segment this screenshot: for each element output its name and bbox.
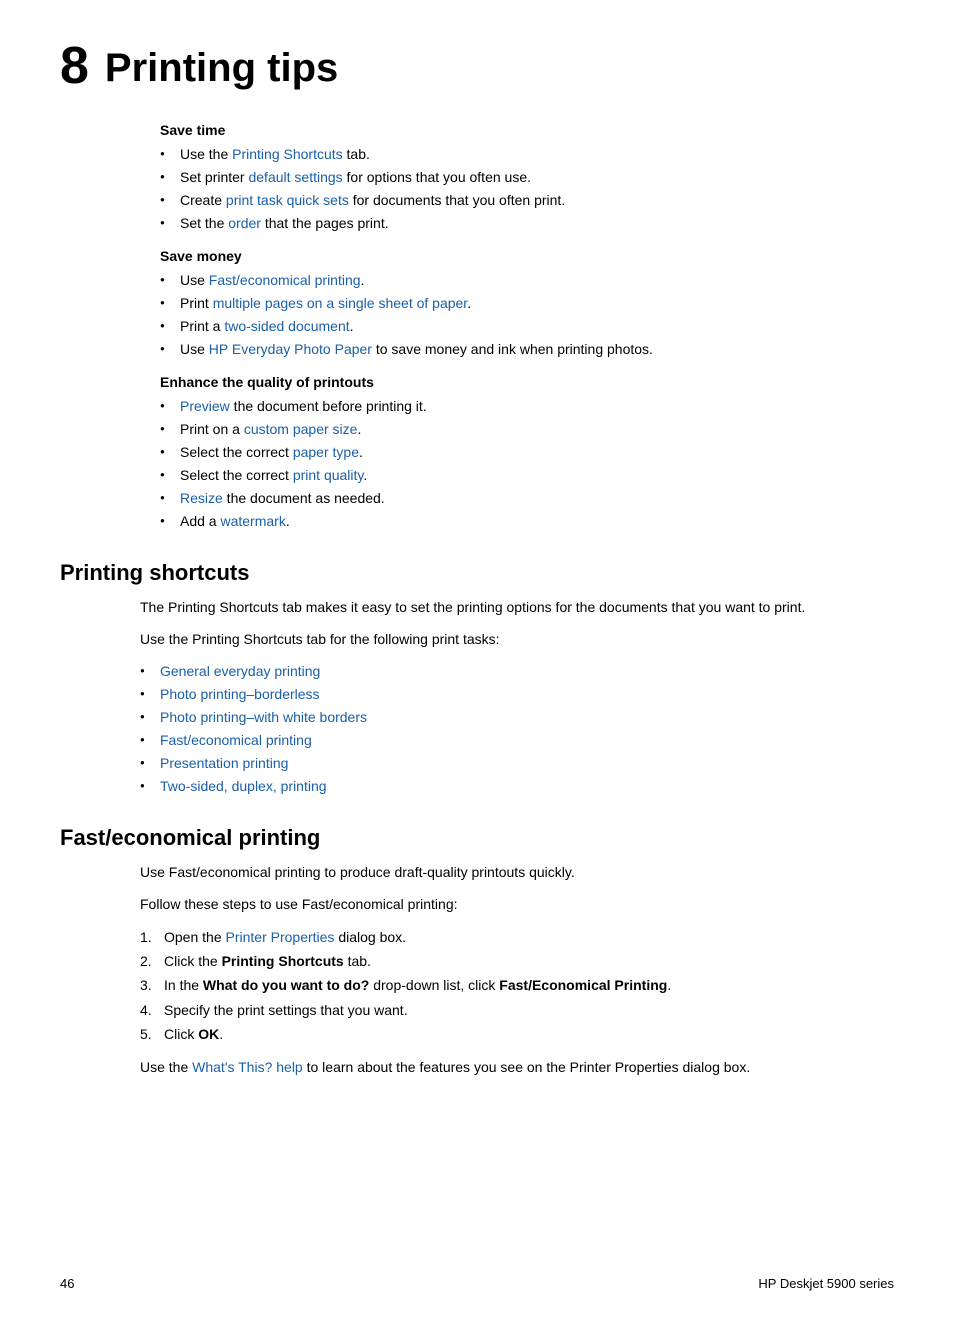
product-name: HP Deskjet 5900 series bbox=[758, 1276, 894, 1291]
page-number: 46 bbox=[60, 1276, 74, 1291]
photo-printing-white-borders-link[interactable]: Photo printing–with white borders bbox=[160, 709, 367, 725]
general-everyday-printing-link[interactable]: General everyday printing bbox=[160, 663, 320, 679]
list-item: Set printer default settings for options… bbox=[160, 167, 894, 188]
save-time-list: Use the Printing Shortcuts tab. Set prin… bbox=[160, 144, 894, 234]
list-item: Create print task quick sets for documen… bbox=[160, 190, 894, 211]
list-item: Use HP Everyday Photo Paper to save mone… bbox=[160, 339, 894, 360]
printing-shortcuts-bold: Printing Shortcuts bbox=[222, 953, 344, 969]
two-sided-document-link[interactable]: two-sided document bbox=[224, 318, 349, 334]
list-item: Add a watermark. bbox=[160, 511, 894, 532]
custom-paper-size-link[interactable]: custom paper size bbox=[244, 421, 358, 437]
save-money-heading: Save money bbox=[160, 248, 894, 264]
two-sided-duplex-link[interactable]: Two-sided, duplex, printing bbox=[160, 778, 327, 794]
printing-shortcuts-content: The Printing Shortcuts tab makes it easy… bbox=[140, 596, 894, 797]
list-item: Resize the document as needed. bbox=[160, 488, 894, 509]
watermark-link[interactable]: watermark bbox=[220, 513, 285, 529]
list-item: Preview the document before printing it. bbox=[160, 396, 894, 417]
list-item: Set the order that the pages print. bbox=[160, 213, 894, 234]
printing-shortcuts-para2: Use the Printing Shortcuts tab for the f… bbox=[140, 628, 894, 650]
fast-economical-printing-bold: Fast/Economical Printing bbox=[499, 977, 667, 993]
list-item: Print on a custom paper size. bbox=[160, 419, 894, 440]
fast-economical-para1: Use Fast/economical printing to produce … bbox=[140, 861, 894, 883]
enhance-quality-heading: Enhance the quality of printouts bbox=[160, 374, 894, 390]
whats-this-help-link[interactable]: What's This? help bbox=[192, 1059, 303, 1075]
fast-economical-para2: Follow these steps to use Fast/economica… bbox=[140, 893, 894, 915]
list-item: Select the correct paper type. bbox=[160, 442, 894, 463]
list-item: Photo printing–with white borders bbox=[140, 707, 894, 728]
fast-economical-printing-link[interactable]: Fast/economical printing bbox=[160, 732, 312, 748]
chapter-header: 8 Printing tips bbox=[60, 40, 894, 92]
list-item: Photo printing–borderless bbox=[140, 684, 894, 705]
default-settings-link[interactable]: default settings bbox=[248, 169, 342, 185]
order-link[interactable]: order bbox=[228, 215, 261, 231]
printing-shortcuts-link[interactable]: Printing Shortcuts bbox=[232, 146, 343, 162]
save-money-section: Save money Use Fast/economical printing.… bbox=[160, 248, 894, 360]
ok-bold: OK bbox=[198, 1026, 219, 1042]
resize-link[interactable]: Resize bbox=[180, 490, 223, 506]
printing-shortcuts-para1: The Printing Shortcuts tab makes it easy… bbox=[140, 596, 894, 618]
fast-economical-heading: Fast/economical printing bbox=[60, 825, 894, 851]
save-time-section: Save time Use the Printing Shortcuts tab… bbox=[160, 122, 894, 234]
print-task-quick-sets-link[interactable]: print task quick sets bbox=[226, 192, 349, 208]
list-item: Click OK. bbox=[140, 1023, 894, 1045]
list-item: Use the Printing Shortcuts tab. bbox=[160, 144, 894, 165]
list-item: Use Fast/economical printing. bbox=[160, 270, 894, 291]
photo-printing-borderless-link[interactable]: Photo printing–borderless bbox=[160, 686, 320, 702]
enhance-quality-section: Enhance the quality of printouts Preview… bbox=[160, 374, 894, 532]
what-do-you-want-bold: What do you want to do? bbox=[203, 977, 369, 993]
footer: 46 HP Deskjet 5900 series bbox=[60, 1276, 894, 1291]
presentation-printing-link[interactable]: Presentation printing bbox=[160, 755, 288, 771]
save-money-list: Use Fast/economical printing. Print mult… bbox=[160, 270, 894, 360]
list-item: Two-sided, duplex, printing bbox=[140, 776, 894, 797]
fast-economical-content: Use Fast/economical printing to produce … bbox=[140, 861, 894, 1078]
list-item: Fast/economical printing bbox=[140, 730, 894, 751]
printing-shortcuts-heading: Printing shortcuts bbox=[60, 560, 894, 586]
list-item: Click the Printing Shortcuts tab. bbox=[140, 950, 894, 972]
list-item: General everyday printing bbox=[140, 661, 894, 682]
preview-link[interactable]: Preview bbox=[180, 398, 230, 414]
list-item: Specify the print settings that you want… bbox=[140, 999, 894, 1021]
fast-economical-steps: Open the Printer Properties dialog box. … bbox=[140, 926, 894, 1046]
list-item: In the What do you want to do? drop-down… bbox=[140, 974, 894, 996]
list-item: Open the Printer Properties dialog box. bbox=[140, 926, 894, 948]
printing-shortcuts-list: General everyday printing Photo printing… bbox=[140, 661, 894, 797]
paper-type-link[interactable]: paper type bbox=[293, 444, 359, 460]
list-item: Print a two-sided document. bbox=[160, 316, 894, 337]
fast-economical-link[interactable]: Fast/economical printing bbox=[209, 272, 361, 288]
chapter-number: 8 bbox=[60, 40, 89, 92]
chapter-title: Printing tips bbox=[105, 40, 338, 90]
hp-everyday-photo-paper-link[interactable]: HP Everyday Photo Paper bbox=[209, 341, 372, 357]
list-item: Select the correct print quality. bbox=[160, 465, 894, 486]
list-item: Print multiple pages on a single sheet o… bbox=[160, 293, 894, 314]
printer-properties-link[interactable]: Printer Properties bbox=[226, 929, 335, 945]
multiple-pages-link[interactable]: multiple pages on a single sheet of pape… bbox=[213, 295, 468, 311]
print-quality-link[interactable]: print quality bbox=[293, 467, 364, 483]
list-item: Presentation printing bbox=[140, 753, 894, 774]
enhance-quality-list: Preview the document before printing it.… bbox=[160, 396, 894, 532]
save-time-heading: Save time bbox=[160, 122, 894, 138]
fast-economical-para3: Use the What's This? help to learn about… bbox=[140, 1056, 894, 1078]
